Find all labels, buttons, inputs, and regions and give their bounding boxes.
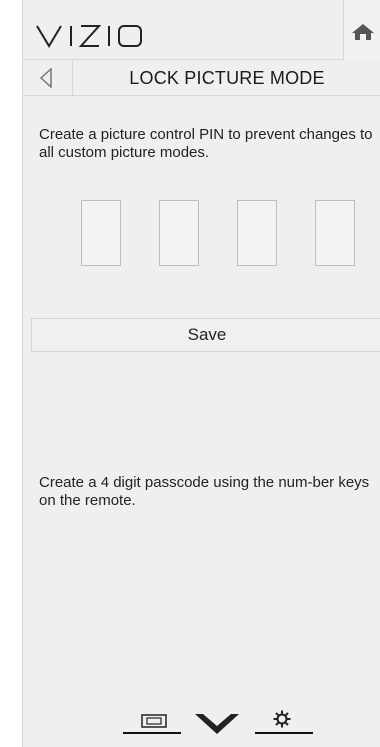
- top-bar: [23, 0, 380, 60]
- home-icon: [352, 24, 374, 40]
- page-title: LOCK PICTURE MODE: [129, 68, 325, 88]
- pin-digit-1[interactable]: [81, 200, 121, 266]
- pin-digit-4[interactable]: [315, 200, 355, 266]
- pin-description: Create a picture control PIN to prevent …: [39, 126, 373, 161]
- bottom-nav: [123, 700, 313, 740]
- back-button[interactable]: [23, 60, 73, 96]
- vizio-logo: [36, 25, 142, 48]
- title-bar: LOCK PICTURE MODE: [23, 60, 380, 96]
- pin-entry: [81, 200, 380, 268]
- pin-digit-3[interactable]: [237, 200, 277, 266]
- settings-gear-icon[interactable]: [273, 710, 291, 728]
- passcode-hint: Create a 4 digit passcode using the num-…: [39, 474, 370, 509]
- pin-digit-2[interactable]: [159, 200, 199, 266]
- home-button[interactable]: [343, 0, 380, 60]
- nav-underline-left: [123, 732, 181, 734]
- vizio-v-icon[interactable]: [195, 712, 239, 736]
- nav-underline-right: [255, 732, 313, 734]
- settings-panel: LOCK PICTURE MODE Create a picture contr…: [22, 0, 380, 747]
- save-button[interactable]: Save: [31, 318, 380, 352]
- back-arrow-icon: [39, 68, 52, 88]
- picture-input-icon[interactable]: [141, 714, 167, 728]
